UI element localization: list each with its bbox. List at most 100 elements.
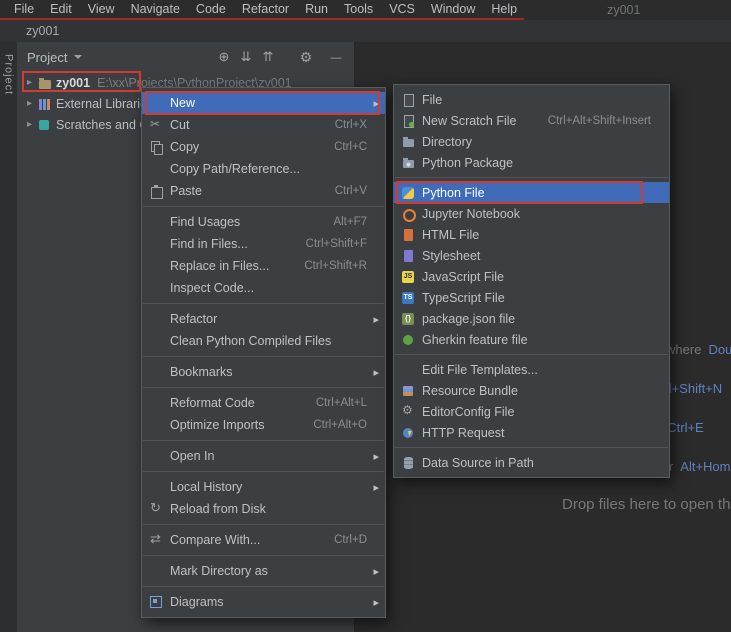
blank-icon <box>148 95 166 111</box>
python-package-icon <box>400 155 418 171</box>
context-menu-item-compare-with[interactable]: Compare With... Ctrl+D <box>142 529 385 551</box>
context-menu-separator <box>143 586 384 587</box>
new-submenu-item-resource-bundle[interactable]: Resource Bundle <box>394 380 669 401</box>
menu-item-label: Reload from Disk <box>170 502 266 516</box>
new-submenu-item-python-package[interactable]: Python Package <box>394 152 669 173</box>
context-menu-item-diagrams[interactable]: Diagrams <box>142 591 385 613</box>
blank-icon <box>148 236 166 252</box>
new-submenu-item-jupyter-notebook[interactable]: Jupyter Notebook <box>394 203 669 224</box>
context-menu-item-local-history[interactable]: Local History <box>142 476 385 498</box>
tool-stripe-project-button[interactable]: Project <box>3 54 15 632</box>
drop-files-hint: Drop files here to open them <box>562 496 731 513</box>
new-submenu-item-gherkin-feature-file[interactable]: Gherkin feature file <box>394 329 669 350</box>
scratches-icon <box>36 117 54 133</box>
chevron-right-icon[interactable] <box>23 77 36 88</box>
new-submenu-item-stylesheet[interactable]: Stylesheet <box>394 245 669 266</box>
datasource-icon <box>400 455 418 471</box>
menu-item-shortcut: Ctrl+V <box>334 185 367 197</box>
scratch-file-icon <box>400 113 418 129</box>
new-submenu-item-edit-file-templates[interactable]: Edit File Templates... <box>394 359 669 380</box>
collapse-all-icon[interactable] <box>260 49 276 65</box>
file-icon <box>400 92 418 108</box>
package-json-icon <box>400 311 418 327</box>
new-submenu-separator <box>395 354 668 355</box>
blank-icon <box>148 417 166 433</box>
chevron-down-icon[interactable] <box>74 55 83 59</box>
context-menu-item-refactor[interactable]: Refactor <box>142 308 385 330</box>
menu-item-label: Mark Directory as <box>170 564 268 578</box>
new-submenu-item-file[interactable]: File <box>394 89 669 110</box>
context-menu-item-reload-from-disk[interactable]: Reload from Disk <box>142 498 385 520</box>
context-menu-item-copy[interactable]: Copy Ctrl+C <box>142 136 385 158</box>
menu-item-shortcut: Ctrl+X <box>334 119 367 131</box>
context-menu-item-optimize-imports[interactable]: Optimize Imports Ctrl+Alt+O <box>142 414 385 436</box>
project-panel-title[interactable]: Project <box>27 50 67 65</box>
context-menu-separator <box>143 387 384 388</box>
menubar-item-code[interactable]: Code <box>188 0 234 19</box>
hide-icon[interactable] <box>328 49 344 66</box>
new-submenu-item-http-request[interactable]: HTTP Request <box>394 422 669 443</box>
new-submenu: File New Scratch File Ctrl+Alt+Shift+Inser… <box>393 84 670 478</box>
expand-all-icon[interactable] <box>238 49 254 65</box>
copy-icon <box>148 139 166 155</box>
new-submenu-item-data-source-in-path[interactable]: Data Source in Path <box>394 452 669 473</box>
context-menu-item-mark-directory-as[interactable]: Mark Directory as <box>142 560 385 582</box>
context-menu-item-bookmarks[interactable]: Bookmarks <box>142 361 385 383</box>
menu-item-label: Inspect Code... <box>170 281 255 295</box>
context-menu-item-paste[interactable]: Paste Ctrl+V <box>142 180 385 202</box>
context-menu-item-reformat-code[interactable]: Reformat Code Ctrl+Alt+L <box>142 392 385 414</box>
menu-item-label: EditorConfig File <box>422 404 515 419</box>
context-menu-item-copy-path-reference[interactable]: Copy Path/Reference... <box>142 158 385 180</box>
new-submenu-item-python-file[interactable]: Python File <box>394 181 669 204</box>
locate-icon[interactable] <box>216 49 232 65</box>
menu-item-label: Directory <box>422 134 473 149</box>
menubar-item-run[interactable]: Run <box>297 0 336 19</box>
context-menu-separator <box>143 471 384 472</box>
settings-gear-icon[interactable] <box>298 49 314 66</box>
blank-icon <box>400 362 418 378</box>
context-menu-item-open-in[interactable]: Open In <box>142 445 385 467</box>
new-submenu-item-directory[interactable]: Directory <box>394 131 669 152</box>
menu-item-label: Bookmarks <box>170 365 233 379</box>
navigation-bar: zy001 <box>0 20 731 42</box>
http-icon <box>400 425 418 441</box>
new-submenu-item-new-scratch-file[interactable]: New Scratch File Ctrl+Alt+Shift+Insert <box>394 110 669 131</box>
left-tool-stripe: Project <box>0 42 17 632</box>
menu-item-label: HTTP Request <box>422 425 505 440</box>
chevron-right-icon[interactable] <box>23 98 36 109</box>
context-menu-item-clean-python-compiled-files[interactable]: Clean Python Compiled Files <box>142 330 385 352</box>
menu-item-label: Paste <box>170 184 202 198</box>
menubar-item-vcs[interactable]: VCS <box>381 0 423 19</box>
menubar-item-window[interactable]: Window <box>423 0 483 19</box>
navbar-path[interactable]: zy001 <box>26 24 59 38</box>
new-submenu-item-html-file[interactable]: HTML File <box>394 224 669 245</box>
new-submenu-item-editorconfig-file[interactable]: EditorConfig File <box>394 401 669 422</box>
menu-item-label: Gherkin feature file <box>422 332 528 347</box>
hint-shortcut: Double Shift <box>708 342 731 357</box>
menu-item-label: Open In <box>170 449 215 463</box>
context-menu-item-find-in-files[interactable]: Find in Files... Ctrl+Shift+F <box>142 233 385 255</box>
context-menu-item-inspect-code[interactable]: Inspect Code... <box>142 277 385 299</box>
blank-icon <box>148 448 166 464</box>
submenu-arrow-icon <box>367 312 379 326</box>
context-menu-item-cut[interactable]: Cut Ctrl+X <box>142 114 385 136</box>
menubar-item-navigate[interactable]: Navigate <box>123 0 188 19</box>
menu-item-label: Clean Python Compiled Files <box>170 334 332 348</box>
menubar-item-refactor[interactable]: Refactor <box>234 0 297 19</box>
menubar-item-file[interactable]: File <box>6 0 42 19</box>
context-menu-item-new[interactable]: New <box>142 91 385 115</box>
new-submenu-item-javascript-file[interactable]: JavaScript File <box>394 266 669 287</box>
context-menu-item-replace-in-files[interactable]: Replace in Files... Ctrl+Shift+R <box>142 255 385 277</box>
menu-item-label: Python File <box>422 185 485 200</box>
chevron-right-icon[interactable] <box>23 119 36 130</box>
menu-item-label: Data Source in Path <box>422 455 534 470</box>
new-submenu-item-typescript-file[interactable]: TypeScript File <box>394 287 669 308</box>
context-menu-item-find-usages[interactable]: Find Usages Alt+F7 <box>142 211 385 233</box>
new-submenu-item-package-json-file[interactable]: package.json file <box>394 308 669 329</box>
menubar-item-edit[interactable]: Edit <box>42 0 80 19</box>
annotation-underline <box>0 18 524 20</box>
menubar-item-help[interactable]: Help <box>483 0 525 19</box>
menubar-item-tools[interactable]: Tools <box>336 0 381 19</box>
menubar-item-view[interactable]: View <box>80 0 123 19</box>
menu-item-label: Cut <box>170 118 190 132</box>
